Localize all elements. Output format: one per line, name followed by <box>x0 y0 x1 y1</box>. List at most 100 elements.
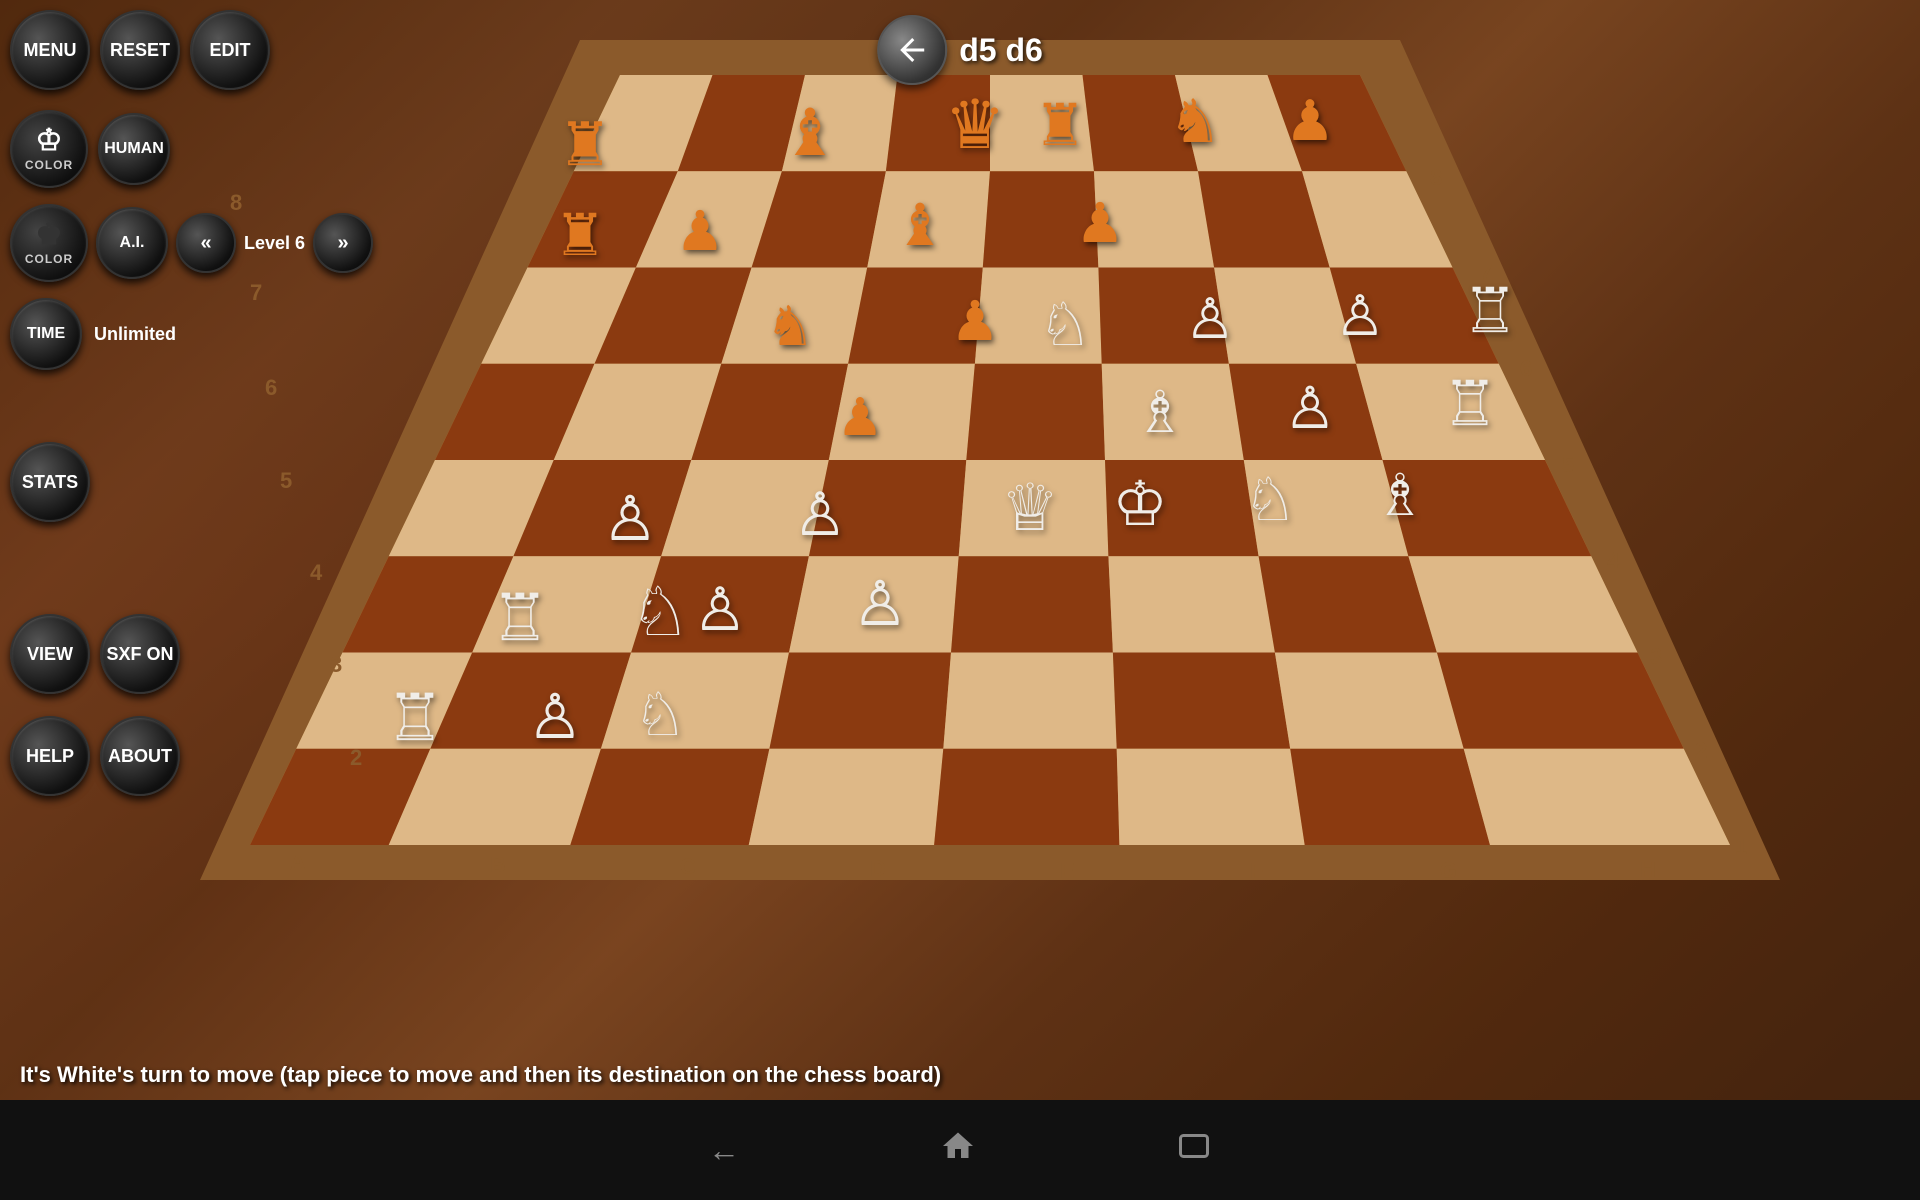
status-bar: It's White's turn to move (tap piece to … <box>0 1050 1920 1100</box>
cell-e3[interactable] <box>951 556 1113 652</box>
piece-d6[interactable]: ♟ <box>950 290 999 352</box>
piece-bishop-c8[interactable]: ♝ <box>781 96 839 169</box>
piece-a2-rook[interactable]: ♖ <box>386 681 444 754</box>
cell-e1[interactable] <box>934 749 1119 845</box>
piece-c5[interactable]: ♟ <box>837 389 884 447</box>
label-f: F <box>1250 858 1263 883</box>
piece-h4-bishop[interactable]: ♗ <box>1374 463 1426 528</box>
ai-mode-button[interactable]: A.I. <box>96 207 168 279</box>
move-notation: d5 d6 <box>959 32 1043 69</box>
piece-g6-pawn[interactable]: ♙ <box>1335 284 1385 347</box>
help-row: HELP ABOUT <box>10 716 373 796</box>
player2-color-button[interactable]: ♚ COLOR <box>10 204 88 282</box>
label-g: G <box>1440 858 1457 883</box>
time-value: Unlimited <box>94 324 176 345</box>
player1-color-label: COLOR <box>25 158 73 172</box>
label-6: 6 <box>1520 356 1532 381</box>
cell-g3[interactable] <box>1259 556 1437 652</box>
piece-f6-pawn[interactable]: ♙ <box>1185 287 1235 350</box>
back-arrow-icon <box>894 32 930 68</box>
nav-back-button[interactable]: ← <box>708 1132 740 1169</box>
piece-e6-knight[interactable]: ♘ <box>1038 291 1092 358</box>
piece-king-d8[interactable]: ♛ <box>945 87 1006 163</box>
help-button[interactable]: HELP <box>10 716 90 796</box>
piece-f8[interactable]: ♞ <box>1168 88 1222 155</box>
cell-g2[interactable] <box>1275 653 1464 749</box>
cell-e5[interactable] <box>966 364 1105 460</box>
label-a: A <box>290 850 306 875</box>
piece-d3-pawn[interactable]: ♙ <box>852 570 908 639</box>
piece-c2-knight[interactable]: ♘ <box>633 681 687 748</box>
label-3: 3 <box>1650 644 1662 669</box>
piece-f5-bishop[interactable]: ♗ <box>1134 380 1186 445</box>
cell-d2[interactable] <box>769 653 951 749</box>
sxf-button[interactable]: SXF ON <box>100 614 180 694</box>
cell-f1[interactable] <box>1117 749 1305 845</box>
move-indicator: d5 d6 <box>877 15 1043 85</box>
piece-c3-pawn[interactable]: ♙ <box>693 576 747 643</box>
piece-rook-a8[interactable]: ♜ <box>558 111 612 178</box>
piece-b7[interactable]: ♟ <box>675 200 724 262</box>
piece-b6[interactable]: ♞ <box>765 295 814 357</box>
label-e: E <box>1060 858 1075 883</box>
reset-button[interactable]: RESET <box>100 10 180 90</box>
cell-c1[interactable] <box>570 749 769 845</box>
piece-g4-knight[interactable]: ♘ <box>1243 466 1297 533</box>
cell-f2[interactable] <box>1113 653 1290 749</box>
piece-c4-pawn[interactable]: ♙ <box>793 481 847 548</box>
piece-g8[interactable]: ♟ <box>1285 89 1335 152</box>
view-row: VIEW SXF ON <box>10 614 373 694</box>
nav-recent-button[interactable] <box>1176 1128 1212 1172</box>
view-button[interactable]: VIEW <box>10 614 90 694</box>
label-5: 5 <box>1562 452 1574 477</box>
nav-home-button[interactable] <box>940 1128 976 1172</box>
stats-button[interactable]: STATS <box>10 442 90 522</box>
player1-piece-icon: ♔ <box>36 126 63 156</box>
piece-h5-rook[interactable]: ♖ <box>1442 370 1498 439</box>
cell-e2[interactable] <box>943 653 1116 749</box>
label-1: 1 <box>1735 834 1747 859</box>
cell-f3[interactable] <box>1108 556 1275 652</box>
piece-f4-king[interactable]: ♔ <box>1112 470 1168 539</box>
label-b: B <box>490 852 506 877</box>
cell-g1[interactable] <box>1290 749 1490 845</box>
sidebar: ♔ COLOR HUMAN ♚ COLOR A.I. « Level 6 » T… <box>10 110 373 796</box>
piece-e4-queen[interactable]: ♕ <box>1001 471 1059 544</box>
cell-c2[interactable] <box>601 653 789 749</box>
level-display: Level 6 <box>244 233 305 254</box>
piece-b4-pawn[interactable]: ♙ <box>602 485 658 554</box>
player1-row: ♔ COLOR HUMAN <box>10 110 373 188</box>
player2-row: ♚ COLOR A.I. « Level 6 » <box>10 204 373 282</box>
status-message: It's White's turn to move (tap piece to … <box>20 1062 941 1087</box>
piece-a7[interactable]: ♜ <box>554 203 606 268</box>
cell-h1[interactable] <box>1464 749 1730 845</box>
piece-d7[interactable]: ♝ <box>894 193 946 258</box>
undo-button[interactable] <box>877 15 947 85</box>
time-row: TIME Unlimited <box>10 298 373 370</box>
piece-h6-rook[interactable]: ♖ <box>1462 277 1518 346</box>
nav-bar: ← <box>0 1100 1920 1200</box>
level-prev-button[interactable]: « <box>176 213 236 273</box>
piece-a3-rook[interactable]: ♖ <box>491 581 549 654</box>
piece-e7[interactable]: ♟ <box>1075 192 1124 254</box>
piece-e8[interactable]: ♜ <box>1034 93 1086 158</box>
player1-mode-button[interactable]: HUMAN <box>98 113 170 185</box>
cell-d1[interactable] <box>749 749 944 845</box>
player1-color-button[interactable]: ♔ COLOR <box>10 110 88 188</box>
top-toolbar: MENU RESET EDIT <box>10 10 270 90</box>
label-d: D <box>870 856 886 881</box>
level-next-button[interactable]: » <box>313 213 373 273</box>
piece-b2-pawn[interactable]: ♙ <box>527 683 583 752</box>
edit-button[interactable]: EDIT <box>190 10 270 90</box>
time-button[interactable]: TIME <box>10 298 82 370</box>
piece-b3-knight[interactable]: ♘ <box>630 574 691 650</box>
piece-g5-pawn[interactable]: ♙ <box>1284 376 1336 441</box>
label-2: 2 <box>1695 738 1707 763</box>
label-4: 4 <box>1607 548 1620 573</box>
label-8: 8 <box>1430 165 1442 190</box>
menu-button[interactable]: MENU <box>10 10 90 90</box>
stats-row: STATS <box>10 442 373 522</box>
about-button[interactable]: ABOUT <box>100 716 180 796</box>
label-h: H <box>1640 857 1656 882</box>
player2-color-label: COLOR <box>25 252 73 266</box>
